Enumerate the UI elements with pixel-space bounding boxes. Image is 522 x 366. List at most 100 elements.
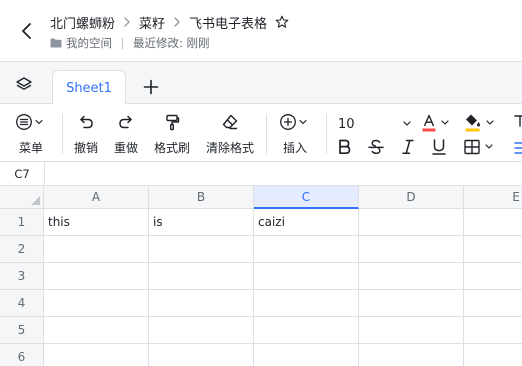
underline-button[interactable] [431, 138, 447, 156]
column-header-d[interactable]: D [359, 186, 464, 209]
cell-b6[interactable] [149, 344, 254, 366]
insert-button[interactable]: 插入 [279, 112, 311, 156]
font-size-select[interactable]: 10 [338, 114, 412, 134]
column-header-a[interactable]: A [44, 186, 149, 209]
breadcrumb-item-folder[interactable]: 菜籽 [139, 13, 165, 32]
format-painter-label: 格式刷 [154, 141, 191, 155]
cell-c5[interactable] [254, 317, 359, 344]
clear-format-label: 清除格式 [206, 141, 255, 155]
text-wrap-icon [514, 112, 522, 130]
last-modified-label: 最近修改: 刚刚 [133, 36, 210, 50]
document-meta: 我的空间 最近修改: 刚刚 [50, 35, 210, 51]
cell-d6[interactable] [359, 344, 464, 366]
toolbar: 菜单 撤销 重做 格式刷 清除格式 插入 10 [0, 104, 522, 162]
insert-label: 插入 [282, 141, 307, 155]
cell-d2[interactable] [359, 236, 464, 263]
cell-a3[interactable] [44, 263, 149, 290]
undo-button[interactable]: 撤销 [74, 112, 98, 156]
font-color-button[interactable] [421, 113, 450, 133]
sheet-list-button[interactable] [14, 75, 34, 95]
eraser-icon [221, 112, 239, 132]
star-icon[interactable] [275, 15, 289, 29]
cell-c2[interactable] [254, 236, 359, 263]
column-header-b[interactable]: B [149, 186, 254, 209]
cell-a2[interactable] [44, 236, 149, 263]
menu-button[interactable]: 菜单 [15, 112, 47, 156]
cell-c1[interactable]: caizi [254, 209, 359, 236]
breadcrumb-item-workspace[interactable]: 北门螺蛳粉 [50, 13, 115, 32]
italic-button[interactable] [400, 138, 416, 156]
cell-b5[interactable] [149, 317, 254, 344]
folder-icon [50, 38, 62, 48]
cell-c4[interactable] [254, 290, 359, 317]
row-header-1[interactable]: 1 [0, 209, 44, 236]
align-left-icon [513, 140, 522, 156]
strikethrough-button[interactable] [367, 138, 385, 156]
tab-sheet1[interactable]: Sheet1 [52, 70, 126, 105]
cell-c3[interactable] [254, 263, 359, 290]
row-header-4[interactable]: 4 [0, 290, 44, 317]
row-header-5[interactable]: 5 [0, 317, 44, 344]
plus-icon [143, 79, 159, 95]
sheet-tab-bar: Sheet1 [0, 62, 522, 105]
toolbar-divider [62, 114, 63, 154]
bold-button[interactable] [336, 138, 352, 156]
spreadsheet-grid: A B C D E 1 this is caizi 2 3 4 5 6 [0, 186, 522, 366]
strikethrough-icon [367, 138, 385, 156]
cell-c6[interactable] [254, 344, 359, 366]
chevron-left-icon [20, 22, 34, 40]
formula-input[interactable] [44, 162, 522, 186]
cell-e2[interactable] [464, 236, 522, 263]
align-button[interactable] [513, 140, 522, 156]
chevron-down-icon [485, 119, 495, 127]
cell-b2[interactable] [149, 236, 254, 263]
cell-b3[interactable] [149, 263, 254, 290]
toolbar-divider [326, 114, 327, 154]
cell-a5[interactable] [44, 317, 149, 344]
cell-e6[interactable] [464, 344, 522, 366]
cell-d3[interactable] [359, 263, 464, 290]
redo-button[interactable]: 重做 [114, 112, 138, 156]
cell-d5[interactable] [359, 317, 464, 344]
cell-e4[interactable] [464, 290, 522, 317]
cell-reference[interactable]: C7 [0, 162, 44, 186]
cell-a1[interactable]: this [44, 209, 149, 236]
location-label[interactable]: 我的空间 [66, 35, 112, 51]
cell-e3[interactable] [464, 263, 522, 290]
document-title[interactable]: 飞书电子表格 [189, 13, 267, 32]
cell-d4[interactable] [359, 290, 464, 317]
row-header-6[interactable]: 6 [0, 344, 44, 366]
layers-icon [15, 76, 33, 94]
fill-color-button[interactable] [464, 113, 495, 133]
chevron-right-icon [173, 16, 181, 28]
column-header-e[interactable]: E [464, 186, 522, 209]
column-header-c[interactable]: C [254, 186, 359, 209]
cell-e5[interactable] [464, 317, 522, 344]
cell-a4[interactable] [44, 290, 149, 317]
row-header-2[interactable]: 2 [0, 236, 44, 263]
formula-bar: C7 [0, 162, 522, 186]
menu-icon [15, 112, 47, 132]
paint-roller-icon [163, 112, 181, 132]
border-grid-icon [463, 138, 481, 156]
select-all-corner[interactable] [0, 186, 44, 209]
cell-b1[interactable]: is [149, 209, 254, 236]
back-button[interactable] [14, 18, 40, 44]
cell-e1[interactable] [464, 209, 522, 236]
row-header-3[interactable]: 3 [0, 263, 44, 290]
text-wrap-button[interactable] [514, 112, 522, 130]
chevron-down-icon [440, 119, 450, 127]
paint-bucket-icon [464, 113, 482, 133]
redo-icon [117, 112, 135, 132]
meta-divider [122, 37, 123, 49]
add-sheet-button[interactable] [141, 77, 161, 97]
borders-button[interactable] [463, 138, 494, 156]
cell-b4[interactable] [149, 290, 254, 317]
chevron-down-icon [402, 120, 412, 128]
underline-icon [431, 138, 447, 156]
cell-d1[interactable] [359, 209, 464, 236]
format-painter-button[interactable]: 格式刷 [154, 112, 190, 156]
cell-a6[interactable] [44, 344, 149, 366]
undo-icon [77, 112, 95, 132]
clear-format-button[interactable]: 清除格式 [206, 112, 254, 156]
